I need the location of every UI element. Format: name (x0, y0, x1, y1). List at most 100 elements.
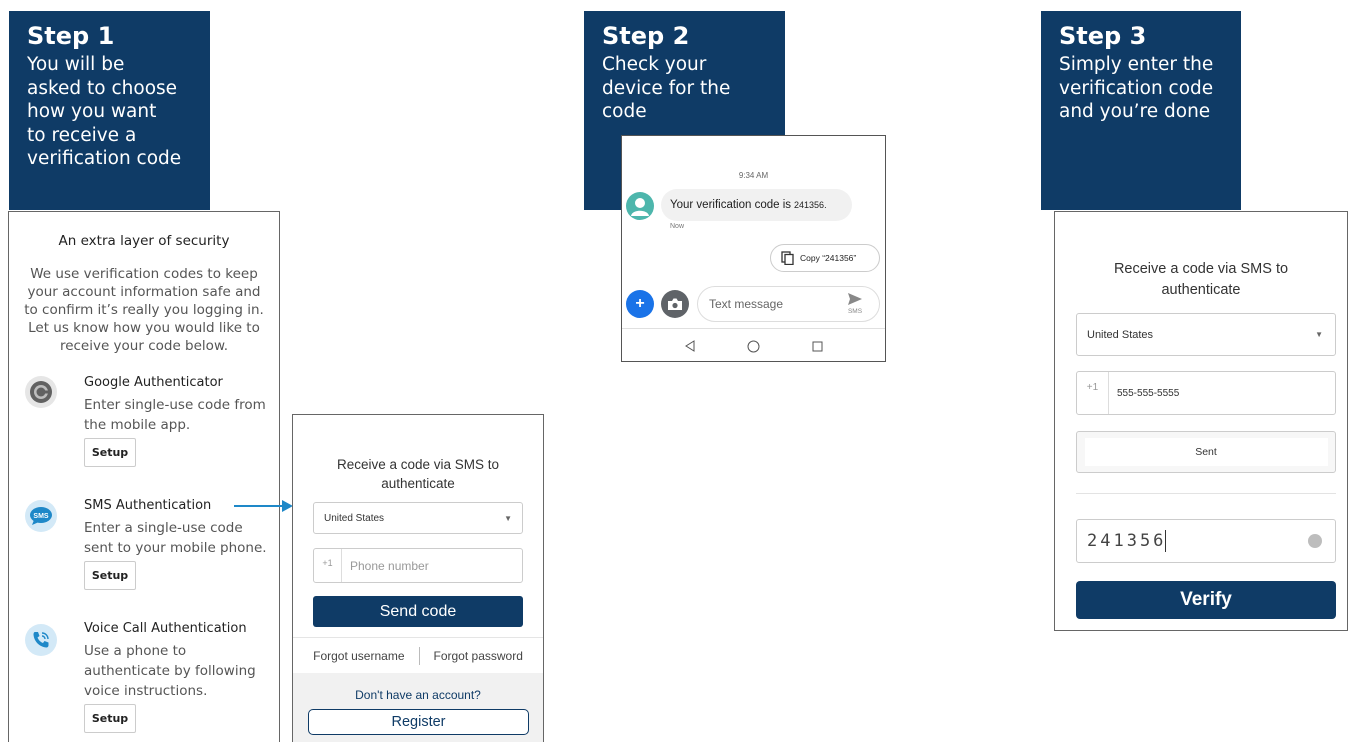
android-nav-bar (622, 328, 885, 361)
setup-sms-button[interactable]: Setup (84, 561, 136, 590)
method-description-line: Enter single-use code from (84, 397, 266, 413)
message-bubble[interactable]: Your verification code is 241356. (661, 189, 852, 221)
security-intro-line: receive your code below. (59, 338, 229, 354)
step-3-box: Step 3 Simply enter the verification cod… (1041, 11, 1241, 210)
sent-button[interactable]: Sent (1076, 431, 1336, 473)
step-3-line: Simply enter the (1059, 54, 1214, 75)
forgot-password-link[interactable]: Forgot password (434, 649, 523, 663)
no-account-text: Don't have an account? (355, 688, 481, 702)
message-code: 241356. (794, 200, 827, 210)
google-authenticator-icon (25, 376, 57, 408)
setup-voice-call-button[interactable]: Setup (84, 704, 136, 733)
message-text: Your verification code is (670, 199, 792, 211)
step-1-description: You will be asked to choose how you want… (27, 53, 198, 171)
step-2-description: Check your device for the code (602, 53, 773, 124)
method-description: Use a phone to authenticate by following… (84, 641, 274, 701)
sms-icon: SMS (25, 500, 57, 532)
chevron-down-icon: ▼ (1315, 330, 1323, 339)
forgot-username-link[interactable]: Forgot username (313, 649, 404, 663)
method-title: Google Authenticator (84, 375, 223, 390)
step-1-line: to receive a (27, 124, 137, 146)
method-title: Voice Call Authentication (84, 621, 247, 636)
sms-form-title-line: authenticate (381, 476, 455, 491)
security-heading: An extra layer of security (58, 233, 230, 249)
phone-number-field[interactable]: +1 (313, 548, 523, 583)
step-1-title: Step 1 (27, 22, 115, 50)
security-intro-line: to confirm it’s really you logging in. (24, 302, 264, 318)
verification-code-input[interactable]: 241356 (1076, 519, 1336, 563)
copy-code-label: Copy “241356” (800, 253, 857, 263)
send-icon (848, 293, 862, 305)
method-description-line: Use a phone to (84, 643, 187, 659)
country-select-value: United States (1087, 328, 1154, 341)
sms-form-title-line: Receive a code via SMS to (336, 457, 500, 472)
step-3-title: Step 3 (1059, 22, 1147, 50)
step-2-line: Check your (602, 54, 707, 75)
step-1-line: verification code (27, 148, 182, 169)
arrow-right-icon (234, 500, 293, 512)
verify-form-title: Receive a code via SMS to authenticate (1055, 259, 1347, 301)
link-separator (418, 646, 420, 665)
send-code-button[interactable]: Send code (313, 596, 523, 627)
text-message-input[interactable]: Text message SMS (697, 286, 880, 322)
home-icon[interactable] (747, 340, 760, 353)
method-description-line: voice instructions. (84, 683, 208, 699)
method-description: Enter a single-use code sent to your mob… (84, 518, 274, 558)
account-area: Don't have an account? Register (293, 673, 543, 742)
person-icon (631, 198, 649, 216)
step-3-description: Simply enter the verification code and y… (1059, 53, 1229, 124)
setup-google-authenticator-button[interactable]: Setup (84, 438, 136, 467)
step-2-title: Step 2 (602, 22, 690, 50)
step-1-box: Step 1 You will be asked to choose how y… (9, 11, 210, 210)
step-1-line: asked to choose (27, 77, 178, 99)
add-attachment-button[interactable]: + (626, 290, 654, 318)
phone-messages-screen: 9:34 AM Your verification code is 241356… (621, 135, 886, 362)
security-intro: We use verification codes to keep your a… (19, 265, 269, 355)
sms-icon-text: SMS (33, 513, 49, 520)
camera-icon (668, 298, 682, 310)
method-description-line: sent to your mobile phone. (84, 540, 267, 556)
verification-code-value: 241356 (1087, 531, 1167, 551)
country-select-value: United States (324, 512, 385, 524)
country-code-prefix: +1 (1077, 372, 1109, 414)
back-icon[interactable] (684, 340, 696, 352)
recents-icon[interactable] (812, 341, 823, 352)
phone-number-value: 555-555-5555 (1117, 387, 1180, 399)
method-description: Enter single-use code from the mobile ap… (84, 395, 274, 435)
step-1-line: how you want (27, 101, 157, 122)
send-label: SMS (847, 308, 863, 315)
phone-call-icon (25, 624, 57, 656)
method-title: SMS Authentication (84, 498, 212, 513)
verify-button[interactable]: Verify (1076, 581, 1336, 619)
step-2-line: code (602, 101, 647, 122)
message-timestamp: 9:34 AM (738, 171, 769, 180)
clear-icon[interactable] (1308, 534, 1322, 548)
method-description-line: Enter a single-use code (84, 520, 243, 536)
divider (1076, 493, 1336, 494)
phone-number-input[interactable] (350, 558, 510, 573)
verify-form-panel: Receive a code via SMS to authenticate U… (1054, 211, 1348, 631)
register-button[interactable]: Register (308, 709, 529, 735)
phone-number-field[interactable]: +1 555-555-5555 (1076, 371, 1336, 415)
send-button[interactable]: SMS (844, 292, 866, 315)
country-code-prefix: +1 (314, 549, 342, 582)
security-intro-line: We use verification codes to keep (30, 266, 258, 282)
country-select[interactable]: United States ▼ (313, 502, 523, 534)
sent-button-label: Sent (1084, 438, 1328, 466)
verify-form-title-line: authenticate (1161, 282, 1241, 298)
method-description-line: authenticate by following (84, 663, 256, 679)
camera-button[interactable] (661, 290, 689, 318)
chevron-down-icon: ▼ (504, 513, 512, 523)
country-select[interactable]: United States ▼ (1076, 313, 1336, 356)
copy-code-chip[interactable]: Copy “241356” (770, 244, 880, 272)
step-3-line: verification code (1059, 77, 1214, 99)
security-methods-panel: An extra layer of security We use verifi… (8, 211, 280, 742)
copy-icon (781, 251, 794, 265)
sms-form-panel: Receive a code via SMS to authenticate U… (292, 414, 544, 742)
step-2-line: device for the (602, 77, 731, 99)
method-description-line: the mobile app. (84, 417, 191, 433)
step-1-line: You will be (27, 54, 125, 75)
step-3-line: and you’re done (1059, 101, 1211, 122)
security-intro-line: Let us know how you would like to (28, 320, 260, 336)
text-cursor (1165, 530, 1167, 552)
